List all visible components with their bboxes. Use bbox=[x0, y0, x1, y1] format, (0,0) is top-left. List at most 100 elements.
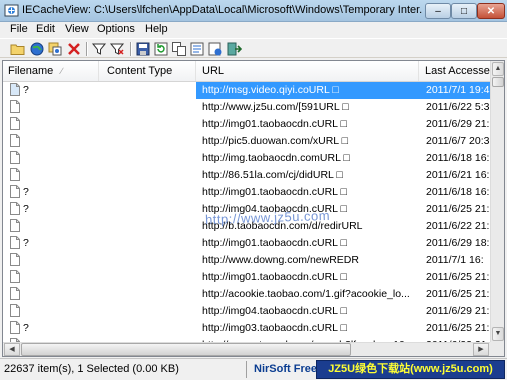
file-icon bbox=[10, 134, 20, 147]
refresh-icon[interactable] bbox=[153, 41, 169, 57]
column-header-content-type[interactable]: Content Type bbox=[99, 61, 196, 81]
cell-url: http://img.taobaocdn.comURL □ bbox=[202, 152, 350, 164]
table-row[interactable]: ? http://img03.taobaocdn.cURL □ 2011/6/25 … bbox=[3, 320, 490, 337]
cell-filename: ? bbox=[23, 322, 29, 334]
globe-icon[interactable] bbox=[29, 41, 45, 57]
cell-last-accessed: 2011/7/1 19:4 bbox=[426, 84, 490, 96]
cell-filename: ? bbox=[23, 237, 29, 249]
file-icon bbox=[10, 219, 20, 232]
cell-last-accessed: 2011/6/25 21: bbox=[426, 322, 490, 334]
cell-url: http://img01.taobaocdn.cURL □ bbox=[202, 186, 347, 198]
table-row[interactable]: http://img01.taobaocdn.cURL □ 2011/6/25 2… bbox=[3, 269, 490, 286]
cell-url: http://acookie.taobao.com/1.gif?acookie_… bbox=[202, 288, 410, 300]
table-row[interactable]: http://86.51la.com/cj/didURL □ 2011/6/21 … bbox=[3, 167, 490, 184]
list-header: Filename ∕ Content Type URL Last Accessed bbox=[3, 61, 490, 82]
exit-icon[interactable] bbox=[226, 41, 242, 57]
cell-last-accessed: 2011/6/25 21: bbox=[426, 203, 490, 215]
table-row[interactable]: http://www.downg.com/newREDR 2011/7/1 16: bbox=[3, 252, 490, 269]
cell-last-accessed: 2011/6/29 18: bbox=[426, 237, 490, 249]
cell-url: http://img01.taobaocdn.cURL □ bbox=[202, 237, 347, 249]
column-header-url[interactable]: URL bbox=[196, 61, 419, 81]
status-bar: 22637 item(s), 1 Selected (0.00 KB) NirS… bbox=[0, 358, 507, 380]
iecacheview-app-icon bbox=[4, 4, 19, 17]
filter-icon[interactable] bbox=[91, 41, 107, 57]
sort-arrow-icon: ∕ bbox=[61, 66, 63, 76]
cell-last-accessed: 2011/6/18 16: bbox=[426, 152, 490, 164]
toolbar bbox=[0, 38, 507, 58]
html-report-icon[interactable] bbox=[207, 41, 223, 57]
cell-last-accessed: 2011/6/18 16: bbox=[426, 186, 490, 198]
cell-url: http://www.jz5u.com/[591URL □ bbox=[202, 101, 349, 113]
cell-url: http://img01.taobaocdn.cURL □ bbox=[202, 118, 347, 130]
save-icon[interactable] bbox=[135, 41, 151, 57]
scroll-down-icon[interactable]: ▼ bbox=[492, 327, 504, 341]
file-icon bbox=[10, 304, 20, 317]
file-icon bbox=[10, 287, 20, 300]
title-bar[interactable]: IECacheView: C:\Users\lfchen\AppData\Loc… bbox=[0, 0, 507, 22]
cell-last-accessed: 2011/6/29 21: bbox=[426, 118, 490, 130]
toolbar-separator bbox=[130, 42, 132, 56]
filter-clear-icon[interactable] bbox=[109, 41, 125, 57]
cell-last-accessed: 2011/6/21 16: bbox=[426, 169, 490, 181]
cell-url: http://pic5.duowan.com/xURL □ bbox=[202, 135, 349, 147]
copy-icon[interactable] bbox=[171, 41, 187, 57]
table-row[interactable]: http://img01.taobaocdn.cURL □ 2011/6/29 2… bbox=[3, 116, 490, 133]
cell-url: http://86.51la.com/cj/didURL □ bbox=[202, 169, 343, 181]
file-icon bbox=[10, 168, 20, 181]
vertical-scrollbar[interactable]: ▲ ▼ bbox=[490, 61, 504, 342]
cell-url: http://msg.video.qiyi.coURL □ bbox=[202, 84, 339, 96]
cell-last-accessed: 2011/6/22 5:3 bbox=[426, 101, 490, 113]
scroll-up-icon[interactable]: ▲ bbox=[492, 62, 504, 76]
table-row[interactable]: http://www.jz5u.com/[591URL □ 2011/6/22 5… bbox=[3, 99, 490, 116]
properties-icon[interactable] bbox=[189, 41, 205, 57]
status-item-count: 22637 item(s), 1 Selected (0.00 KB) bbox=[4, 363, 179, 375]
open-folder-icon[interactable] bbox=[10, 41, 26, 57]
table-row[interactable]: ? http://msg.video.qiyi.coURL □ 2011/7/1 1… bbox=[3, 82, 490, 99]
column-header-filename[interactable]: Filename ∕ bbox=[3, 61, 99, 81]
cell-url: http://img01.taobaocdn.cURL □ bbox=[202, 271, 347, 283]
site-badge: JZ5U绿色下载站(www.jz5u.com) bbox=[316, 360, 505, 379]
menu-edit[interactable]: Edit bbox=[36, 23, 55, 35]
table-row[interactable]: ? http://img01.taobaocdn.cURL □ 2011/6/18 … bbox=[3, 184, 490, 201]
horizontal-scrollbar[interactable]: ◀ ▶ bbox=[3, 342, 490, 356]
cell-last-accessed: 2011/6/25 21: bbox=[426, 288, 490, 300]
cell-last-accessed: 2011/6/25 21: bbox=[426, 271, 490, 283]
cell-url: http://img03.taobaocdn.cURL □ bbox=[202, 322, 347, 334]
menu-file[interactable]: File bbox=[10, 23, 28, 35]
table-row[interactable]: ? http://img01.taobaocdn.cURL □ 2011/6/29 … bbox=[3, 235, 490, 252]
cell-last-accessed: 2011/6/22 21: bbox=[426, 220, 490, 232]
close-button[interactable]: ✕ bbox=[477, 3, 505, 19]
copy-cache-icon[interactable] bbox=[47, 41, 63, 57]
column-header-last-accessed[interactable]: Last Accessed bbox=[419, 61, 490, 81]
cell-last-accessed: 2011/6/7 20:3 bbox=[426, 135, 490, 147]
table-row[interactable]: http://img.taobaocdn.comURL □ 2011/6/18 1… bbox=[3, 150, 490, 167]
scroll-right-icon[interactable]: ▶ bbox=[473, 343, 489, 356]
menu-help[interactable]: Help bbox=[145, 23, 168, 35]
table-row[interactable]: http://img04.taobaocdn.cURL □ 2011/6/29 2… bbox=[3, 303, 490, 320]
vertical-scroll-thumb[interactable] bbox=[492, 77, 504, 87]
file-icon bbox=[10, 202, 20, 215]
file-icon bbox=[10, 321, 20, 334]
horizontal-scroll-thumb[interactable] bbox=[21, 343, 351, 356]
file-icon bbox=[10, 236, 20, 249]
delete-icon[interactable] bbox=[66, 41, 82, 57]
scroll-left-icon[interactable]: ◀ bbox=[4, 343, 20, 356]
status-separator bbox=[246, 361, 247, 378]
table-row[interactable]: http://pic5.duowan.com/xURL □ 2011/6/7 20… bbox=[3, 133, 490, 150]
cache-list[interactable]: Filename ∕ Content Type URL Last Accessed… bbox=[2, 60, 505, 357]
file-icon bbox=[10, 83, 20, 96]
menu-view[interactable]: View bbox=[65, 23, 89, 35]
minimize-button[interactable]: – bbox=[425, 3, 451, 19]
toolbar-separator bbox=[86, 42, 88, 56]
file-icon bbox=[10, 270, 20, 283]
window-title: IECacheView: C:\Users\lfchen\AppData\Loc… bbox=[22, 4, 422, 16]
maximize-button[interactable]: □ bbox=[451, 3, 477, 19]
file-icon bbox=[10, 100, 20, 113]
cell-filename: ? bbox=[23, 84, 29, 96]
file-icon bbox=[10, 151, 20, 164]
cell-filename: ? bbox=[23, 203, 29, 215]
table-row[interactable]: http://acookie.taobao.com/1.gif?acookie_… bbox=[3, 286, 490, 303]
menu-options[interactable]: Options bbox=[97, 23, 135, 35]
nirsoft-link[interactable]: NirSoft Freeware bbox=[254, 363, 316, 375]
scrollbar-corner bbox=[490, 342, 504, 356]
